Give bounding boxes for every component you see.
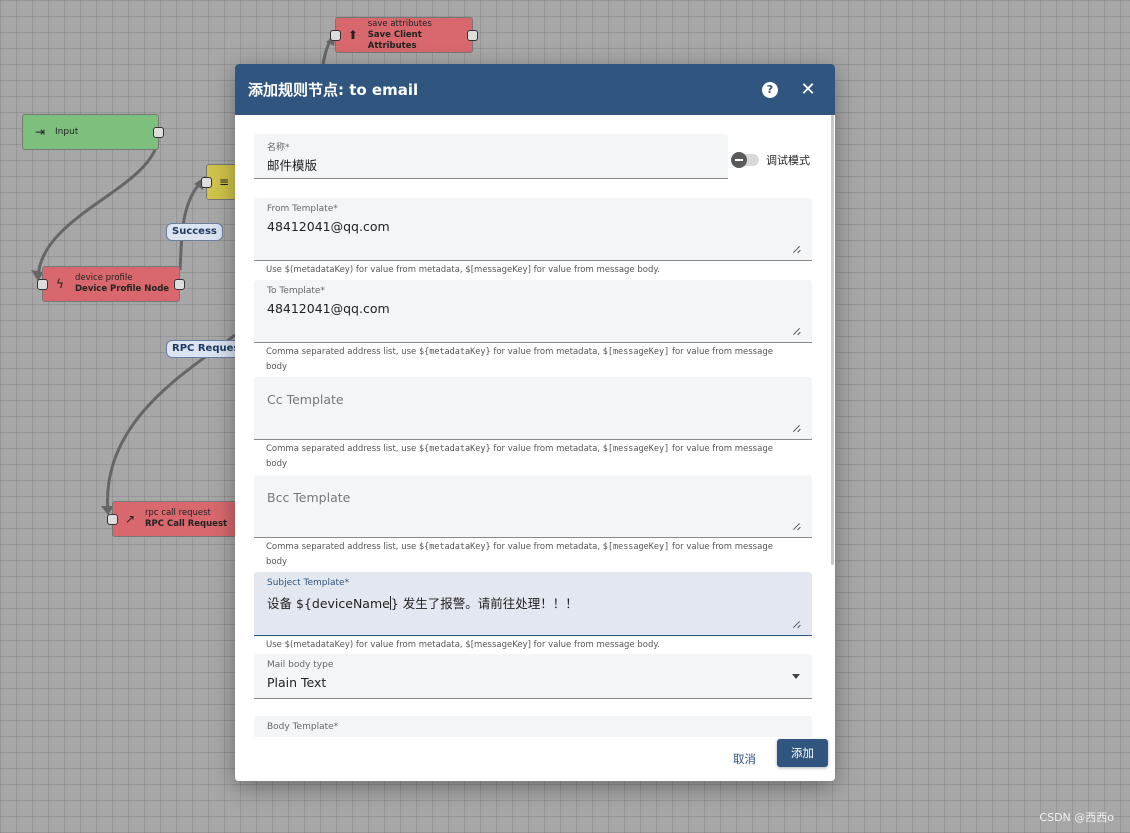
node-rpc-call-request[interactable]: ↗ rpc call request RPC Call Request (107, 501, 240, 537)
filter-icon: ≡ (218, 175, 230, 189)
bcc-template-placeholder: Bcc Template (267, 490, 351, 505)
dialog-scrollbar[interactable] (831, 115, 834, 565)
node-type: save attributes (367, 18, 432, 29)
node-type: device profile (75, 273, 133, 283)
node-device-profile[interactable]: ϟ device profile Device Profile Node (37, 266, 185, 302)
bcc-template-hint: Comma separated address list, use ${meta… (266, 542, 773, 567)
add-button[interactable]: 添加 (777, 739, 828, 767)
debug-mode-toggle[interactable]: 调试模式 (731, 152, 810, 168)
resize-handle-icon[interactable] (793, 328, 800, 335)
from-template-label: From Template* (267, 204, 338, 214)
node-name: Save Client Attributes (367, 29, 422, 51)
close-icon: ✕ (800, 78, 816, 100)
name-label: 名称* (267, 143, 290, 153)
node-input[interactable]: ⇥ Input (22, 114, 164, 150)
to-template-hint: Comma separated address list, use ${meta… (266, 347, 773, 372)
input-icon: ⇥ (34, 125, 46, 139)
resize-handle-icon[interactable] (793, 425, 800, 432)
arrow-up-right-icon: ↗ (124, 512, 136, 526)
output-port[interactable] (153, 127, 164, 138)
cancel-button[interactable]: 取消 (727, 747, 762, 771)
name-field[interactable]: 名称* 邮件模版 (254, 134, 728, 179)
edge-label-success[interactable]: Success (166, 223, 223, 241)
to-template-value: 48412041@qq.com (267, 301, 390, 316)
help-icon: ? (762, 81, 778, 98)
toggle-track (731, 152, 759, 168)
mail-body-type-value: Plain Text (267, 675, 327, 690)
mail-body-type-select[interactable]: Mail body type Plain Text (254, 654, 812, 699)
body-template-textarea[interactable]: Body Template* (254, 716, 812, 737)
close-button[interactable]: ✕ (795, 77, 821, 103)
to-template-textarea[interactable]: To Template* 48412041@qq.com (254, 280, 812, 343)
output-port[interactable] (467, 30, 478, 41)
dialog-footer: 取消 添加 (235, 737, 835, 781)
help-button[interactable]: ? (757, 77, 783, 103)
to-template-label: To Template* (267, 286, 325, 296)
watermark: CSDN @西西o (1039, 811, 1114, 824)
toggle-thumb (731, 152, 747, 168)
output-port[interactable] (174, 279, 185, 290)
edge-rpc (106, 333, 236, 513)
node-input-label: Input (55, 127, 79, 137)
resize-handle-icon[interactable] (793, 523, 800, 530)
input-port[interactable] (330, 30, 341, 41)
node-name: RPC Call Request (145, 519, 228, 529)
dialog-header: 添加规则节点: to email ? ✕ (235, 64, 835, 115)
subject-template-hint: Use $(metadataKey) for value from metada… (266, 640, 660, 650)
input-port[interactable] (201, 177, 212, 188)
add-rule-node-dialog: 添加规则节点: to email ? ✕ 名称* 邮件模版 调试模式 From … (235, 64, 835, 781)
resize-handle-icon[interactable] (793, 246, 800, 253)
resize-handle-icon[interactable] (793, 621, 800, 628)
bcc-template-textarea[interactable]: Bcc Template (254, 475, 812, 538)
chevron-down-icon (792, 674, 800, 679)
dialog-title: 添加规则节点: to email (248, 81, 419, 99)
debug-mode-label: 调试模式 (766, 154, 810, 167)
edge-input-device-profile (36, 139, 160, 279)
from-template-value: 48412041@qq.com (267, 219, 390, 234)
cc-template-hint: Comma separated address list, use ${meta… (266, 444, 773, 469)
name-value: 邮件模版 (267, 158, 318, 173)
subject-template-textarea[interactable]: Subject Template* 设备 ${deviceName} 发生了报警… (254, 572, 812, 636)
from-template-textarea[interactable]: From Template* 48412041@qq.com (254, 198, 812, 261)
input-port[interactable] (107, 514, 118, 525)
input-port[interactable] (37, 279, 48, 290)
dialog-body[interactable]: 名称* 邮件模版 调试模式 From Template* 48412041@qq… (235, 115, 835, 737)
bolt-icon: ϟ (56, 277, 64, 291)
node-save-attributes[interactable]: ⬆ save attributes Save Client Attributes (330, 17, 478, 53)
upload-icon: ⬆ (347, 28, 358, 42)
mail-body-type-label: Mail body type (267, 660, 334, 670)
subject-template-value: 设备 ${deviceName} 发生了报警。请前往处理！！！ (267, 596, 578, 611)
from-template-hint: Use $(metadataKey) for value from metada… (266, 265, 660, 275)
body-template-label: Body Template* (267, 722, 339, 732)
subject-template-label: Subject Template* (267, 578, 350, 588)
node-name: Device Profile Node (75, 284, 170, 294)
cc-template-placeholder: Cc Template (267, 392, 344, 407)
node-type: rpc call request (145, 508, 211, 518)
cc-template-textarea[interactable]: Cc Template (254, 377, 812, 440)
